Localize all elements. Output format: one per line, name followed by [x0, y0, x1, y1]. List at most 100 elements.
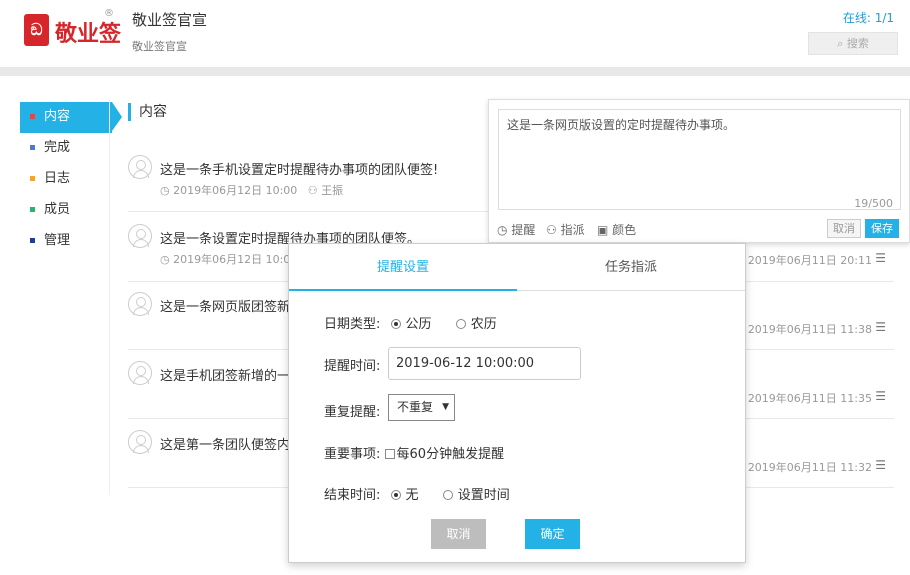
- logo-text: 敬业签: [55, 22, 122, 47]
- sidebar-dot-icon: [30, 145, 35, 150]
- chevron-down-icon: ▼: [442, 402, 449, 412]
- header-divider: [0, 67, 910, 76]
- item-time: 2019年06月12日 10:00: [173, 184, 298, 197]
- team-subtitle: 敬业签官宣: [132, 40, 187, 53]
- remind-tool-label: 提醒: [511, 223, 536, 237]
- avatar-icon: [128, 155, 152, 179]
- dialog-confirm-button[interactable]: 确定: [525, 519, 580, 549]
- clock-icon: ◷: [160, 184, 170, 197]
- item-date: 2019年06月11日 11:32: [747, 461, 872, 474]
- sidebar-item-label: 完成: [44, 140, 71, 155]
- end-time-label: 结束时间:: [324, 488, 381, 503]
- editor-save-button[interactable]: 保存: [865, 219, 899, 238]
- radio-checked-icon: [390, 490, 401, 500]
- item-date: 2019年06月11日 20:11: [747, 254, 872, 267]
- sidebar-item-content[interactable]: 内容: [20, 102, 122, 133]
- repeat-select[interactable]: 不重复 ▼: [388, 394, 455, 421]
- assign-tool[interactable]: ⚇ 指派: [546, 221, 585, 238]
- repeat-select-value: 不重复: [397, 400, 434, 414]
- radio-set-time[interactable]: 设置时间: [442, 488, 510, 503]
- note-textarea[interactable]: 这是一条网页版设置的定时提醒待办事项。: [498, 109, 901, 210]
- avatar-icon: [128, 224, 152, 248]
- search-input[interactable]: ⌕ 搜索: [808, 32, 898, 55]
- radio-unchecked-icon: [442, 490, 453, 500]
- radio-set-time-label: 设置时间: [457, 488, 510, 503]
- sidebar: 内容 完成 日志 成员 管理: [20, 102, 122, 257]
- tab-reminder-settings[interactable]: 提醒设置: [289, 244, 517, 291]
- radio-solar[interactable]: 公历: [390, 317, 432, 332]
- char-counter: 19/500: [854, 197, 893, 210]
- color-tool-label: 颜色: [612, 223, 637, 237]
- page-title: 内容: [128, 103, 167, 121]
- item-user: 王振: [321, 184, 344, 197]
- color-square-icon: ▣: [597, 223, 609, 237]
- dialog-tabs: 提醒设置 任务指派: [289, 244, 745, 291]
- editor-cancel-button[interactable]: 取消: [827, 219, 861, 238]
- date-type-label: 日期类型:: [324, 317, 381, 332]
- team-title: 敬业签官宣: [132, 11, 208, 29]
- user-icon: ⚇: [307, 184, 318, 197]
- dialog-cancel-button[interactable]: 取消: [431, 519, 486, 549]
- color-tool[interactable]: ▣ 颜色: [597, 221, 636, 238]
- repeat-label: 重复提醒:: [324, 405, 381, 420]
- radio-lunar-label: 农历: [470, 317, 497, 332]
- sidebar-item-label: 日志: [44, 171, 71, 186]
- radio-none[interactable]: 无: [390, 488, 419, 503]
- avatar-icon: [128, 361, 152, 385]
- menu-icon[interactable]: ☰: [875, 389, 886, 403]
- sidebar-item-label: 成员: [44, 202, 71, 217]
- item-date: 2019年06月11日 11:38: [747, 323, 872, 336]
- menu-icon[interactable]: ☰: [875, 320, 886, 334]
- item-text: 这是手机团签新增的一: [160, 369, 291, 384]
- assign-tool-label: 指派: [560, 223, 585, 237]
- sidebar-dot-icon: [30, 207, 35, 212]
- sidebar-item-manage[interactable]: 管理: [20, 226, 108, 257]
- remind-time-label: 提醒时间:: [324, 359, 381, 374]
- tab-task-assign[interactable]: 任务指派: [517, 244, 745, 291]
- item-text: 这是第一条团队便签内: [160, 438, 291, 453]
- item-text: 这是一条网页版团签新: [160, 300, 291, 315]
- sidebar-divider: [109, 100, 110, 495]
- item-time: 2019年06月12日 10:00: [173, 253, 298, 266]
- radio-lunar[interactable]: 农历: [455, 317, 497, 332]
- item-text: 这是一条手机设置定时提醒待办事项的团队便签!: [160, 163, 439, 178]
- important-option-label: 每60分钟触发提醒: [396, 447, 505, 462]
- radio-none-label: 无: [405, 488, 419, 503]
- sidebar-item-members[interactable]: 成员: [20, 195, 108, 226]
- logo-icon: ඞ: [24, 14, 49, 46]
- online-label: 在线:: [842, 11, 871, 25]
- note-editor: 这是一条网页版设置的定时提醒待办事项。 19/500 ◷ 提醒 ⚇ 指派 ▣ 颜…: [488, 99, 910, 243]
- important-checkbox[interactable]: 每60分钟触发提醒: [384, 447, 505, 462]
- online-status[interactable]: 在线: 1/1: [843, 9, 894, 26]
- sidebar-dot-icon: [30, 238, 35, 243]
- radio-unchecked-icon: [455, 319, 466, 329]
- remind-tool[interactable]: ◷ 提醒: [497, 221, 535, 238]
- people-icon: ⚇: [546, 223, 557, 237]
- sidebar-dot-icon: [30, 114, 35, 119]
- sidebar-item-done[interactable]: 完成: [20, 133, 108, 164]
- clock-icon: ◷: [160, 253, 170, 266]
- important-label: 重要事项:: [324, 447, 381, 462]
- checkbox-icon: [384, 449, 395, 459]
- radio-solar-label: 公历: [405, 317, 432, 332]
- menu-icon[interactable]: ☰: [875, 458, 886, 472]
- search-placeholder: 搜索: [846, 37, 869, 50]
- important-row: 重要事项: 每60分钟触发提醒: [324, 443, 504, 462]
- clock-icon: ◷: [497, 223, 508, 237]
- sidebar-dot-icon: [30, 176, 35, 181]
- radio-checked-icon: [390, 319, 401, 329]
- sidebar-item-log[interactable]: 日志: [20, 164, 108, 195]
- remind-time-input[interactable]: 2019-06-12 10:00:00: [388, 347, 581, 380]
- header: ඞ 敬业签 ® 敬业签官宣 敬业签官宣 在线: 1/1 ⌕ 搜索: [0, 0, 910, 67]
- sidebar-item-label: 管理: [44, 233, 71, 248]
- online-count: 1/1: [874, 11, 894, 25]
- end-time-row: 结束时间: 无 设置时间: [324, 484, 510, 503]
- registered-mark: ®: [104, 8, 114, 19]
- reminder-dialog: 提醒设置 任务指派 日期类型: 公历 农历 提醒时间: 2019-06-12 1…: [288, 243, 746, 563]
- item-meta: ◷ 2019年06月12日 10:00: [160, 251, 297, 267]
- menu-icon[interactable]: ☰: [875, 251, 886, 265]
- avatar-icon: [128, 292, 152, 316]
- item-date: 2019年06月11日 11:35: [747, 392, 872, 405]
- item-meta: ◷ 2019年06月12日 10:00 ⚇ 王振: [160, 182, 343, 198]
- search-icon: ⌕: [837, 37, 844, 50]
